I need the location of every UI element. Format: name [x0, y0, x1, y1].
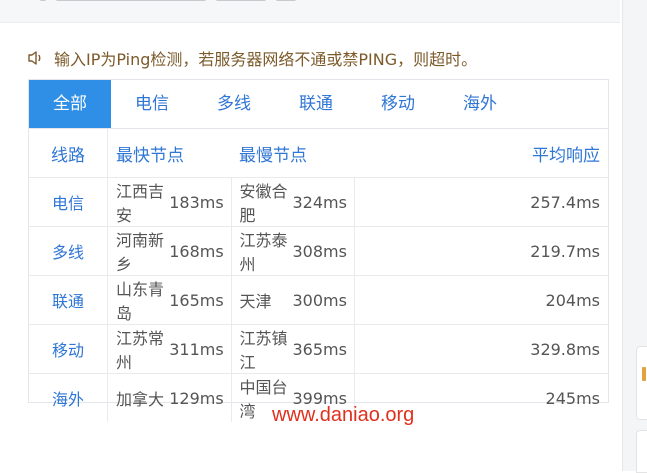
cell-slow-ms: 300ms [292, 275, 355, 325]
top-bar [0, 0, 620, 23]
cell-fast-ms: 129ms [169, 373, 232, 422]
clipped-title-fragment [40, 0, 400, 6]
cell-fast-ms: 165ms [169, 275, 232, 325]
line-tabs: 全部 电信 多线 联通 移动 海外 [29, 80, 608, 129]
cell-line: 海外 [29, 373, 108, 422]
notice-text: 输入IP为Ping检测，若服务器网络不通或禁PING，则超时。 [54, 50, 478, 69]
cell-fast-ms: 183ms [169, 177, 232, 227]
table-header-row: 线路 最快节点 最慢节点 平均响应 [29, 129, 608, 178]
header-slowest-node: 最慢节点 [239, 145, 307, 166]
cell-fast-ms: 311ms [169, 324, 232, 374]
tab-overseas[interactable]: 海外 [439, 80, 521, 128]
table-row: 电信 江西吉安 183ms 安徽合肥 324ms 257.4ms [29, 177, 608, 227]
cell-line: 移动 [29, 324, 108, 374]
cell-average: 257.4ms [354, 177, 608, 227]
cell-average: 219.7ms [354, 226, 608, 276]
cell-fast-node: 山东青岛 [107, 275, 170, 325]
cell-slow-node: 江苏泰州 [231, 226, 293, 276]
cell-slow-node: 天津 [231, 275, 293, 325]
cell-average: 329.8ms [354, 324, 608, 374]
cell-fast-node: 江苏常州 [107, 324, 170, 374]
tab-all[interactable]: 全部 [29, 80, 111, 128]
tab-multiline[interactable]: 多线 [193, 80, 275, 128]
cell-fast-node: 河南新乡 [107, 226, 170, 276]
tab-unicom[interactable]: 联通 [275, 80, 357, 128]
floating-side-widget[interactable] [636, 346, 647, 420]
cell-fast-ms: 168ms [169, 226, 232, 276]
speaker-icon [28, 51, 41, 65]
tab-telecom[interactable]: 电信 [111, 80, 193, 128]
cell-line: 多线 [29, 226, 108, 276]
notice-bar: 输入IP为Ping检测，若服务器网络不通或禁PING，则超时。 [26, 46, 477, 70]
cell-slow-node: 江苏镇江 [231, 324, 293, 374]
site-watermark: www.daniao.org [272, 404, 415, 426]
cell-slow-ms: 365ms [292, 324, 355, 374]
table-row: 多线 河南新乡 168ms 江苏泰州 308ms 219.7ms [29, 226, 608, 276]
header-fastest-node: 最快节点 [116, 145, 184, 166]
cell-slow-ms: 324ms [292, 177, 355, 227]
cell-slow-ms: 308ms [292, 226, 355, 276]
header-average: 平均响应 [532, 145, 600, 166]
table-row: 移动 江苏常州 311ms 江苏镇江 365ms 329.8ms [29, 324, 608, 374]
cell-slow-node: 安徽合肥 [231, 177, 293, 227]
floating-side-widget-2[interactable] [636, 430, 647, 473]
widget-marker [642, 367, 646, 381]
ping-results-panel: 全部 电信 多线 联通 移动 海外 线路 最快节点 最慢节点 平均响应 电信 江… [28, 79, 609, 422]
tab-mobile[interactable]: 移动 [357, 80, 439, 128]
cell-line: 电信 [29, 177, 108, 227]
cell-average: 204ms [354, 275, 608, 325]
cell-fast-node: 江西吉安 [107, 177, 170, 227]
header-line: 线路 [29, 129, 108, 178]
ping-table: 线路 最快节点 最慢节点 平均响应 电信 江西吉安 183ms 安徽合肥 324… [29, 129, 608, 422]
cell-fast-node: 加拿大 [107, 373, 170, 422]
table-row: 联通 山东青岛 165ms 天津 300ms 204ms [29, 275, 608, 325]
cell-line: 联通 [29, 275, 108, 325]
